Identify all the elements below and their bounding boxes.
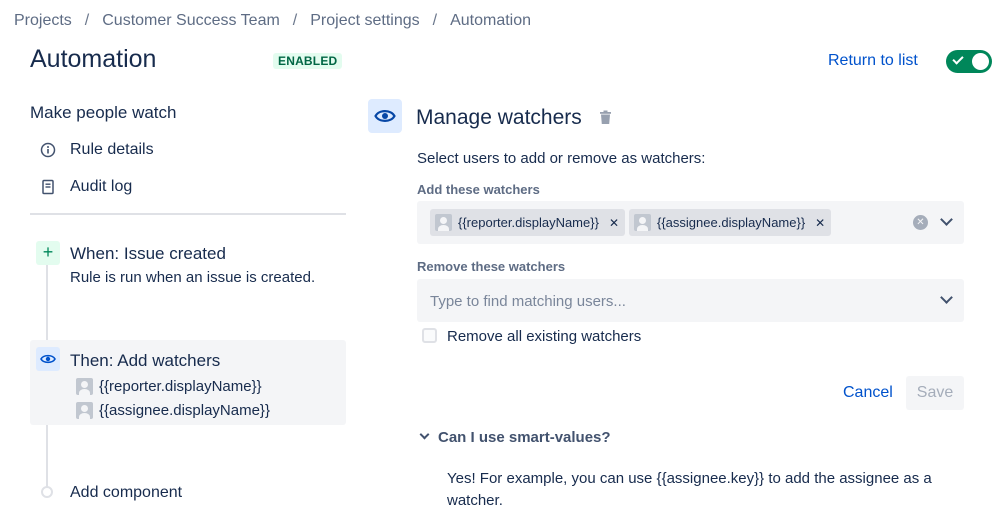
- return-to-list-link[interactable]: Return to list: [828, 52, 918, 70]
- eye-icon: [36, 347, 60, 371]
- plus-icon: +: [36, 241, 60, 265]
- action-user-item: {{assignee.displayName}}: [76, 402, 270, 419]
- status-badge: ENABLED: [273, 53, 343, 69]
- trigger-description: Rule is run when an issue is created.: [70, 269, 316, 286]
- sidebar-item-label: Rule details: [70, 141, 154, 158]
- divider: [30, 213, 346, 215]
- breadcrumb-automation[interactable]: Automation: [450, 12, 531, 30]
- remove-tag-icon[interactable]: ✕: [815, 216, 825, 230]
- watcher-tag: {{reporter.displayName}} ✕: [430, 209, 625, 236]
- remove-watchers-placeholder: Type to find matching users...: [430, 293, 626, 310]
- sidebar-item-label: Audit log: [70, 178, 133, 195]
- watcher-tag-label: {{assignee.displayName}}: [657, 215, 806, 230]
- breadcrumb-project-settings[interactable]: Project settings: [310, 12, 419, 30]
- chevron-down-icon[interactable]: [419, 429, 430, 440]
- component-description: Select users to add or remove as watcher…: [417, 150, 706, 167]
- watcher-tag: {{assignee.displayName}} ✕: [629, 209, 832, 236]
- remove-watchers-label: Remove these watchers: [417, 259, 566, 274]
- action-user-label: {{reporter.displayName}}: [99, 378, 262, 395]
- toggle-knob: [972, 53, 989, 70]
- trigger-title[interactable]: When: Issue created: [70, 244, 226, 264]
- page-title: Automation: [30, 45, 157, 73]
- breadcrumb-separator: /: [432, 12, 438, 29]
- timeline-dot: [41, 486, 53, 498]
- avatar: [435, 214, 452, 231]
- avatar: [76, 378, 93, 395]
- remove-all-label[interactable]: Remove all existing watchers: [447, 328, 641, 345]
- component-title: Manage watchers: [416, 106, 582, 129]
- document-icon: [40, 179, 56, 195]
- watcher-tag-label: {{reporter.displayName}}: [458, 215, 599, 230]
- remove-all-checkbox[interactable]: [422, 328, 437, 343]
- action-title: Then: Add watchers: [70, 351, 221, 370]
- add-watchers-label: Add these watchers: [417, 182, 540, 197]
- trash-icon[interactable]: [599, 110, 612, 130]
- action-user-label: {{assignee.displayName}}: [99, 402, 270, 419]
- smart-values-help-text: Yes! For example, you can use {{assignee…: [447, 470, 932, 509]
- breadcrumb-projects[interactable]: Projects: [14, 12, 72, 30]
- check-icon: [952, 53, 964, 65]
- avatar: [76, 402, 93, 419]
- sidebar-item-audit-log[interactable]: Audit log: [40, 178, 132, 196]
- action-user-item: {{reporter.displayName}}: [76, 378, 262, 395]
- remove-tag-icon[interactable]: ✕: [609, 216, 619, 230]
- eye-icon: [368, 99, 402, 133]
- add-component-button[interactable]: Add component: [70, 484, 182, 502]
- smart-values-help-toggle[interactable]: Can I use smart-values?: [438, 429, 611, 446]
- breadcrumb-customer-success-team[interactable]: Customer Success Team: [102, 12, 280, 30]
- info-icon: [40, 142, 56, 158]
- avatar: [634, 214, 651, 231]
- breadcrumb-separator: /: [292, 12, 298, 29]
- sidebar-item-rule-details[interactable]: Rule details: [40, 141, 154, 159]
- breadcrumb-separator: /: [84, 12, 90, 29]
- rule-name: Make people watch: [30, 103, 177, 122]
- save-button[interactable]: Save: [906, 376, 964, 410]
- breadcrumb: Projects / Customer Success Team / Proje…: [14, 12, 531, 30]
- cancel-button[interactable]: Cancel: [832, 376, 904, 410]
- clear-icon[interactable]: ✕: [913, 215, 928, 230]
- rule-enabled-toggle[interactable]: [946, 50, 992, 73]
